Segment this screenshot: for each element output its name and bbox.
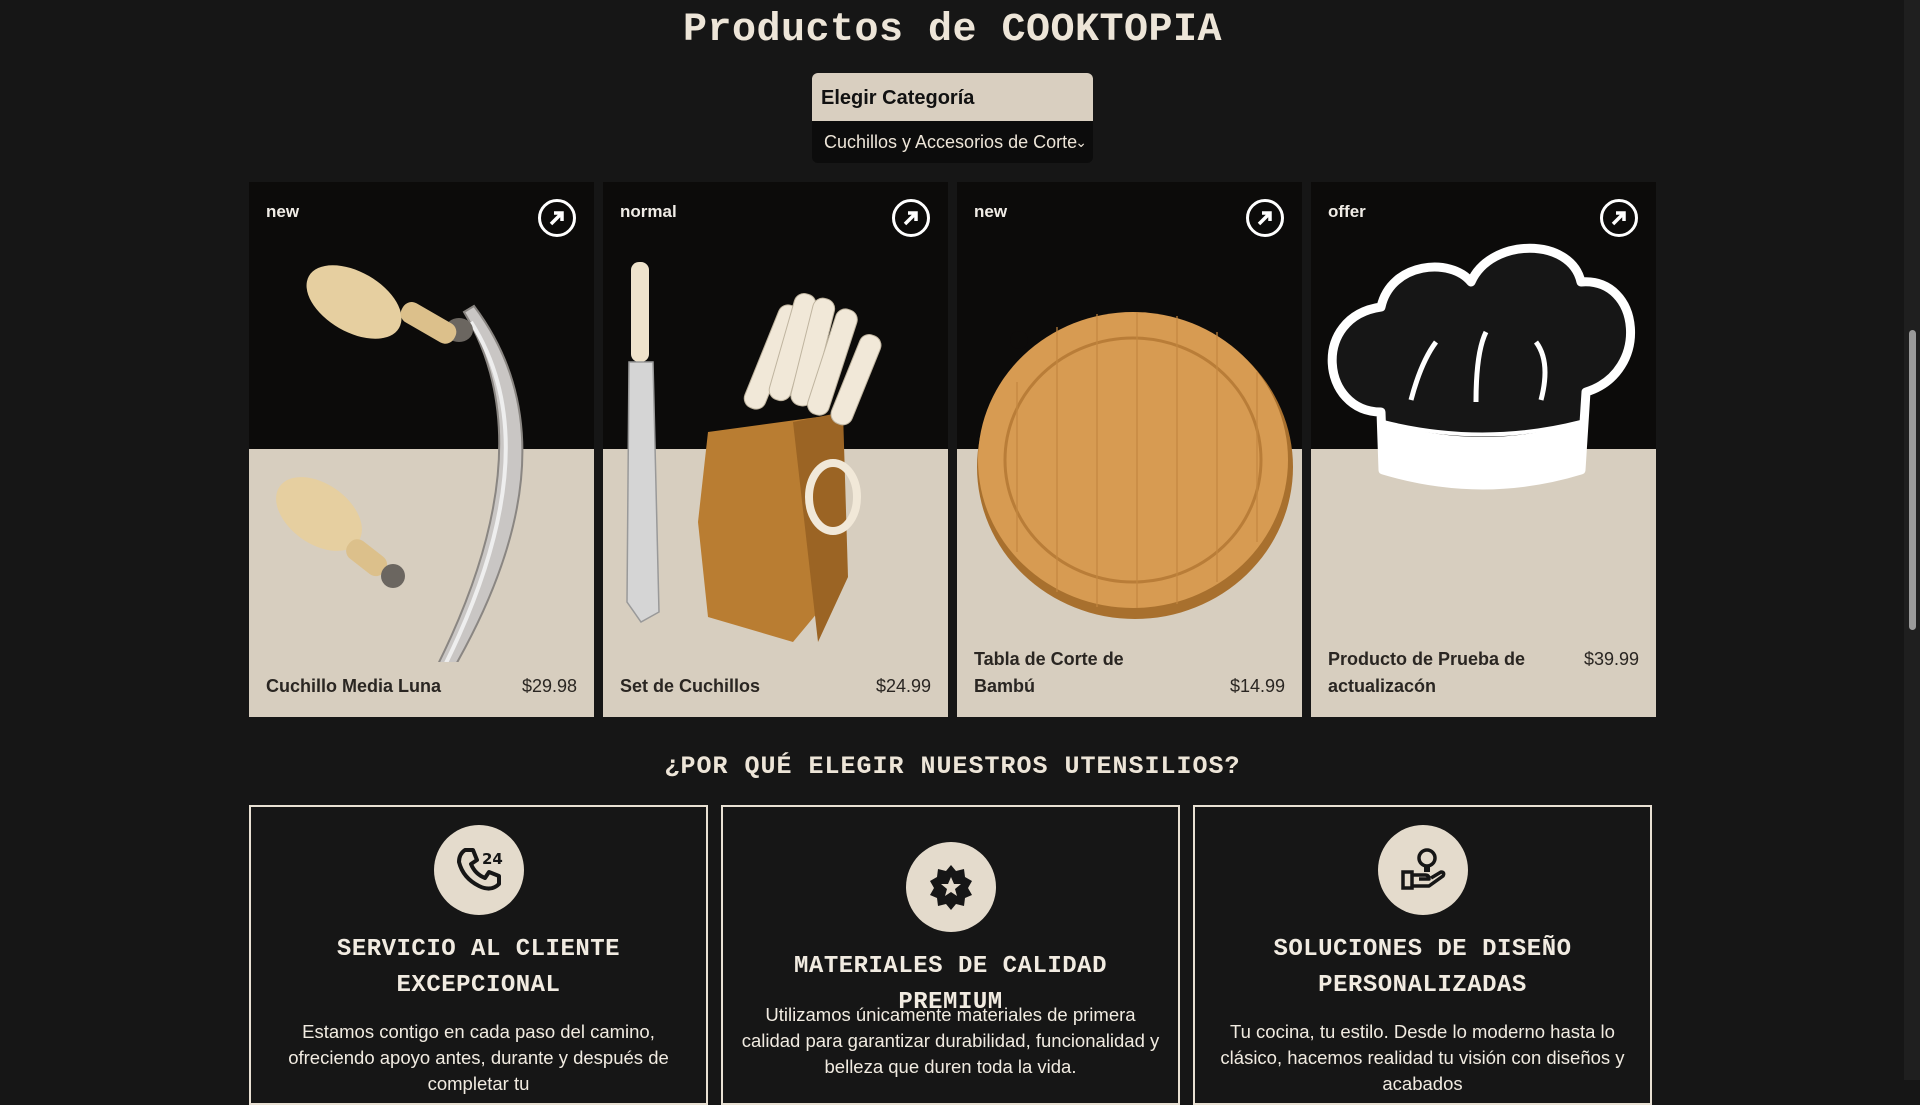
product-name: Cuchillo Media Luna — [266, 676, 442, 696]
chef-hat-shop-logo — [1327, 243, 1636, 490]
svg-text:24: 24 — [482, 850, 503, 868]
category-selected-value: Cuchillos y Accesorios de Corte — [824, 132, 1078, 152]
product-price: $24.99 — [875, 676, 931, 696]
bamboo-cutting-board-image — [977, 312, 1293, 619]
feature-card: MATERIALES DE CALIDAD PREMIUM Utilizamos… — [721, 805, 1180, 1105]
product-name: Set de Cuchillos — [620, 676, 761, 696]
product-card[interactable]: new Tabla de Corte de Bambú $14.99 — [957, 182, 1302, 717]
feature-text: Utilizamos únicamente materiales de prim… — [741, 1004, 1160, 1077]
feature-card: SOLUCIONES DE DISEÑO PERSONALIZADAS Tu c… — [1193, 805, 1652, 1105]
category-select[interactable]: Cuchillos y Accesorios de Corte ⌄ — [812, 121, 1093, 163]
product-price: $14.99 — [1229, 676, 1285, 696]
product-tag: normal — [620, 202, 677, 221]
product-price: $29.98 — [521, 676, 577, 696]
product-card[interactable]: normal Set de Cuchillos $24.99 — [603, 182, 948, 717]
product-tag: new — [266, 202, 300, 221]
product-tag: new — [974, 202, 1008, 221]
scrollbar-thumb[interactable] — [1909, 330, 1916, 630]
page-scrollbar[interactable] — [1904, 0, 1920, 1080]
idea-hand-icon — [1377, 825, 1468, 915]
feature-text: Tu cocina, tu estilo. Desde lo moderno h… — [1220, 1021, 1625, 1094]
product-price: $39.99 — [1583, 649, 1639, 669]
star-badge-icon — [905, 842, 996, 932]
product-name: Tabla de Corte de Bambú — [974, 649, 1124, 696]
phone-24-icon: 24 — [433, 825, 524, 915]
why-choose-title: ¿POR QUÉ ELEGIR NUESTROS UTENSILIOS? — [664, 752, 1241, 781]
product-card[interactable]: offer Producto de Prueba de actualizacón… — [1311, 182, 1656, 717]
product-grid: new Cuchillo Media Luna $29.98 normal Se… — [249, 182, 1657, 717]
category-label: Elegir Categoría — [812, 73, 1093, 121]
knife-block-set-image — [626, 262, 882, 642]
category-filter: Elegir Categoría Cuchillos y Accesorios … — [812, 73, 1093, 163]
page-title: Productos de COOKTOPIA — [682, 8, 1223, 53]
feature-title: SOLUCIONES DE DISEÑO PERSONALIZADAS — [1273, 936, 1572, 999]
mezzaluna-knife-image — [276, 265, 524, 662]
product-tag: offer — [1328, 202, 1366, 221]
product-name: Producto de Prueba de actualizacón — [1328, 649, 1526, 696]
chevron-down-icon: ⌄ — [1075, 134, 1087, 150]
feature-card: 24 SERVICIO AL CLIENTE EXCEPCIONAL Estam… — [249, 805, 708, 1105]
feature-text: Estamos contigo en cada paso del camino,… — [288, 1021, 669, 1094]
product-card[interactable]: new Cuchillo Media Luna $29.98 — [249, 182, 594, 717]
feature-title: SERVICIO AL CLIENTE EXCEPCIONAL — [336, 936, 621, 999]
